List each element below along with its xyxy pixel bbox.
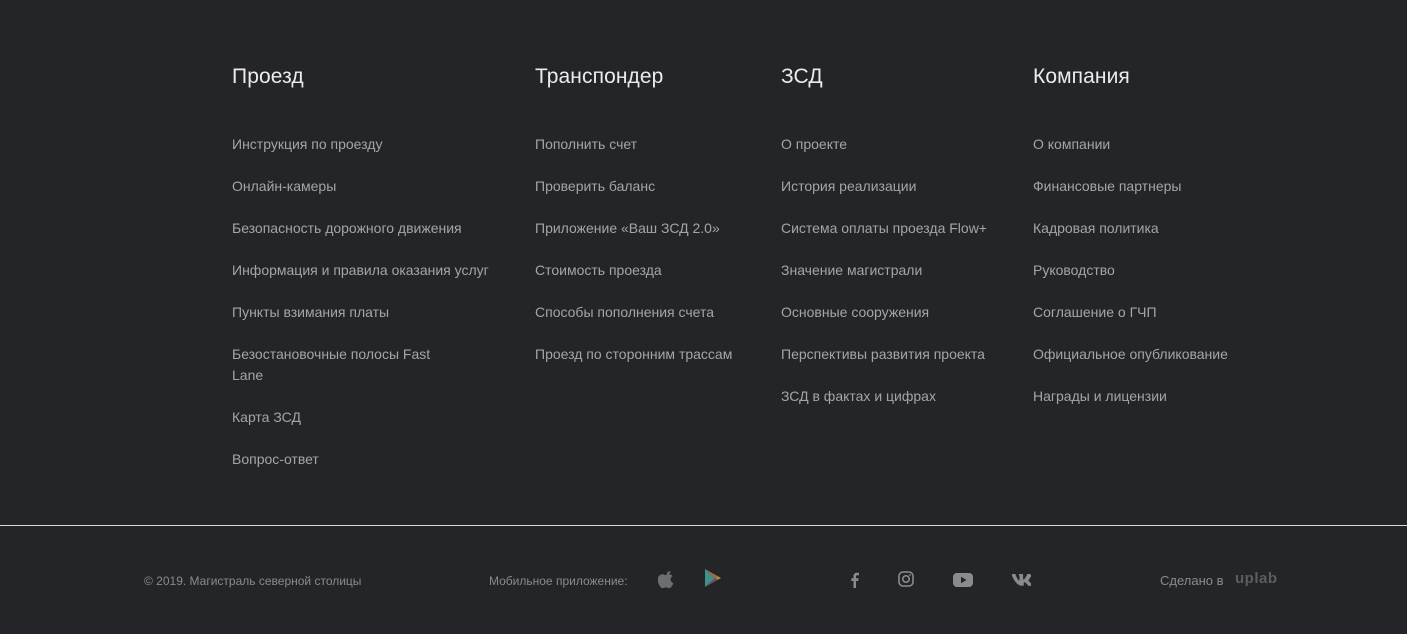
footer-link[interactable]: Перспективы развития проекта <box>781 344 987 365</box>
footer-link[interactable]: Способы пополнения счета <box>535 302 732 323</box>
footer-link[interactable]: Онлайн-камеры <box>232 176 489 197</box>
footer-link[interactable]: Проезд по сторонним трассам <box>535 344 732 365</box>
footer-link[interactable]: Значение магистрали <box>781 260 987 281</box>
column-title: Компания <box>1033 65 1130 88</box>
footer-link[interactable]: Соглашение о ГЧП <box>1033 302 1228 323</box>
facebook-icon[interactable] <box>850 572 859 588</box>
youtube-icon[interactable] <box>953 573 973 587</box>
footer-link[interactable]: Пополнить счет <box>535 134 732 155</box>
footer-link[interactable]: Вопрос-ответ <box>232 449 489 470</box>
footer-link[interactable]: Информация и правила оказания услуг <box>232 260 489 281</box>
instagram-icon[interactable] <box>898 571 914 587</box>
footer-link[interactable]: Официальное опубликование <box>1033 344 1228 365</box>
uplab-logo[interactable]: uplab <box>1235 570 1278 587</box>
footer-link[interactable]: Безопасность дорожного движения <box>232 218 489 239</box>
footer-link[interactable]: О проекте <box>781 134 987 155</box>
made-by-label: Сделано в <box>1160 573 1224 588</box>
link-list: О проекте История реализации Система опл… <box>781 134 987 428</box>
column-title: ЗСД <box>781 65 823 88</box>
footer-link[interactable]: Руководство <box>1033 260 1228 281</box>
footer-link[interactable]: О компании <box>1033 134 1228 155</box>
footer-link[interactable]: Основные сооружения <box>781 302 987 323</box>
footer-link[interactable]: История реализации <box>781 176 987 197</box>
copyright: © 2019. Магистраль северной столицы <box>144 574 362 588</box>
vk-icon[interactable] <box>1011 574 1031 586</box>
footer-link[interactable]: Карта ЗСД <box>232 407 489 428</box>
footer-link[interactable]: ЗСД в фактах и цифрах <box>781 386 987 407</box>
link-list: Пополнить счет Проверить баланс Приложен… <box>535 134 732 386</box>
footer-column-transponder: Транспондер Пополнить счет Проверить бал… <box>535 62 732 362</box>
google-play-icon[interactable] <box>705 569 721 587</box>
footer-link[interactable]: Система оплаты проезда Flow+ <box>781 218 987 239</box>
footer-link[interactable]: Инструкция по проезду <box>232 134 489 155</box>
footer-link[interactable]: Финансовые партнеры <box>1033 176 1228 197</box>
column-title: Проезд <box>232 65 304 88</box>
footer-column-travel: Проезд Инструкция по проезду Онлайн-каме… <box>232 62 489 467</box>
footer-link[interactable]: Приложение «Ваш ЗСД 2.0» <box>535 218 732 239</box>
link-list: О компании Финансовые партнеры Кадровая … <box>1033 134 1228 428</box>
column-title: Транспондер <box>535 65 664 88</box>
footer-link[interactable]: Безостановочные полосы Fast Lane <box>232 344 432 386</box>
footer-link[interactable]: Пункты взимания платы <box>232 302 489 323</box>
footer-link[interactable]: Стоимость проезда <box>535 260 732 281</box>
mobile-app-label: Мобильное приложение: <box>489 574 628 588</box>
footer-link[interactable]: Проверить баланс <box>535 176 732 197</box>
footer-link[interactable]: Награды и лицензии <box>1033 386 1228 407</box>
footer-link[interactable]: Кадровая политика <box>1033 218 1228 239</box>
link-list: Инструкция по проезду Онлайн-камеры Безо… <box>232 134 489 491</box>
footer-divider <box>0 525 1407 526</box>
apple-icon[interactable] <box>658 570 676 589</box>
footer-column-zsd: ЗСД О проекте История реализации Система… <box>781 62 987 404</box>
footer-column-company: Компания О компании Финансовые партнеры … <box>1033 62 1228 404</box>
